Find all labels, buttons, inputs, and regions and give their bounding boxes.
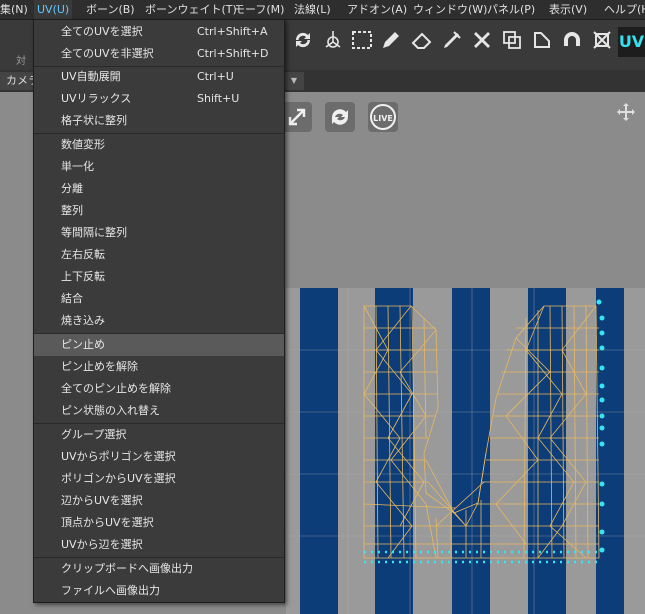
menubar: 集(N) UV(U) ボーン(B) ボーンウェイト(T) モーフ(M) 法線(L…	[0, 0, 645, 20]
menu-item-unpin-all[interactable]: 全てのピン止めを解除	[34, 378, 284, 400]
menu-item-export-file[interactable]: ファイルへ画像出力	[34, 580, 284, 602]
menu-item-pin[interactable]: ピン止め	[34, 334, 284, 356]
eraser-icon[interactable]	[410, 28, 434, 52]
svg-text:LIVE: LIVE	[373, 114, 393, 123]
chevron-down-icon[interactable]: ▼	[284, 72, 304, 90]
menu-item-align[interactable]: 整列	[34, 200, 284, 222]
menu-item-export-clipboard[interactable]: クリップボードへ画像出力	[34, 558, 284, 580]
menu-panel[interactable]: パネル(P)	[487, 0, 535, 19]
menu-item-uv-auto-unwrap[interactable]: UV自動展開 Ctrl+U	[34, 66, 284, 88]
rotate-icon[interactable]	[325, 102, 355, 132]
marquee-select-icon[interactable]	[350, 28, 374, 52]
menu-item-separate[interactable]: 分離	[34, 178, 284, 200]
brush-icon[interactable]	[440, 28, 464, 52]
menu-item-edge-from-uv[interactable]: UVから辺を選択	[34, 534, 284, 556]
menu-uv[interactable]: UV(U)	[34, 0, 73, 19]
menu-item-uv-from-vertex[interactable]: 頂点からUVを選択	[34, 512, 284, 534]
move-icon[interactable]	[616, 102, 636, 122]
corner-icon[interactable]	[530, 28, 554, 52]
uv-mode-button[interactable]: UV	[618, 27, 645, 57]
left-toolbar-strip: 対象	[0, 20, 34, 82]
menu-item-unify[interactable]: 単一化	[34, 156, 284, 178]
crop-icon[interactable]	[590, 28, 614, 52]
menu-item-bake[interactable]: 焼き込み	[34, 310, 284, 332]
menu-item-group-select[interactable]: グループ選択	[34, 424, 284, 446]
menu-item-flip-horizontal[interactable]: 左右反転	[34, 244, 284, 266]
menu-item-uv-relax[interactable]: UVリラックス Shift+U	[34, 88, 284, 110]
menu-bone[interactable]: ボーン(B)	[86, 0, 135, 19]
menu-item-align-grid[interactable]: 格子状に整列	[34, 110, 284, 132]
menu-addon[interactable]: アドオン(A)	[347, 0, 407, 19]
menu-help[interactable]: ヘルプ(H	[604, 0, 645, 19]
uv-dropdown-menu: 全てのUVを選択 Ctrl+Shift+A 全てのUVを非選択 Ctrl+Shift…	[33, 19, 285, 603]
menu-item-align-even[interactable]: 等間隔に整列	[34, 222, 284, 244]
heal-icon[interactable]	[470, 28, 494, 52]
menu-item-flip-vertical[interactable]: 上下反転	[34, 266, 284, 288]
live-icon[interactable]: LIVE	[368, 102, 398, 132]
menu-item-numeric-transform[interactable]: 数値変形	[34, 134, 284, 156]
pen-icon[interactable]	[379, 28, 403, 52]
boxes-icon[interactable]	[500, 28, 524, 52]
menu-edit[interactable]: 集(N)	[0, 0, 28, 19]
menu-view[interactable]: 表示(V)	[549, 0, 587, 19]
menu-item-unpin[interactable]: ピン止めを解除	[34, 356, 284, 378]
refresh-icon[interactable]	[291, 28, 315, 52]
transform-gizmo-icon[interactable]	[321, 28, 345, 52]
menu-item-uv-from-edge[interactable]: 辺からUVを選択	[34, 490, 284, 512]
menu-item-swap-pin-state[interactable]: ピン状態の入れ替え	[34, 400, 284, 422]
uv-texture-area[interactable]	[286, 288, 645, 614]
menu-window[interactable]: ウィンドウ(W)	[413, 0, 487, 19]
menu-item-polygon-from-uv[interactable]: UVからポリゴンを選択	[34, 446, 284, 468]
magnet-icon[interactable]	[560, 28, 584, 52]
menu-item-merge[interactable]: 結合	[34, 288, 284, 310]
menu-item-uv-from-polygon[interactable]: ポリゴンからUVを選択	[34, 468, 284, 490]
expand-icon[interactable]	[282, 102, 312, 132]
menu-item-deselect-all-uv[interactable]: 全てのUVを非選択 Ctrl+Shift+D	[34, 43, 284, 65]
menu-normal[interactable]: 法線(L)	[294, 0, 331, 19]
menu-morph[interactable]: モーフ(M)	[234, 0, 284, 19]
menu-item-select-all-uv[interactable]: 全てのUVを選択 Ctrl+Shift+A	[34, 21, 284, 43]
menu-bone-weight[interactable]: ボーンウェイト(T)	[145, 0, 237, 19]
